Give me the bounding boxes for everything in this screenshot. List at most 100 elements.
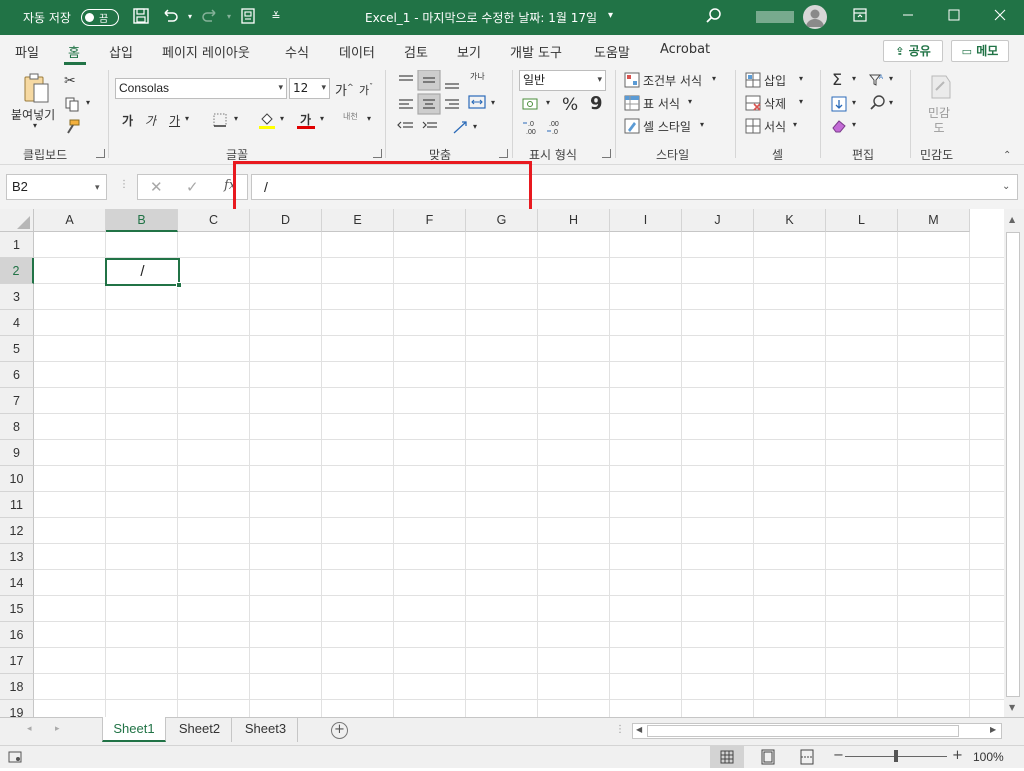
customize-qat-icon[interactable]: ≚ bbox=[266, 7, 286, 27]
conditional-dropdown-icon[interactable]: ▾ bbox=[712, 74, 716, 83]
scroll-up-icon[interactable]: ▲ bbox=[1009, 215, 1015, 224]
tab-insert[interactable]: 삽입 bbox=[109, 42, 133, 61]
sort-filter-icon[interactable]: A bbox=[868, 72, 886, 92]
row-header-11[interactable]: 11 bbox=[0, 492, 34, 518]
column-header-a[interactable]: A bbox=[34, 209, 106, 232]
row-header-18[interactable]: 18 bbox=[0, 674, 34, 700]
select-all-button[interactable] bbox=[0, 209, 34, 232]
page-break-preview-icon[interactable] bbox=[799, 749, 815, 768]
tab-file[interactable]: 파일 bbox=[15, 42, 39, 61]
maximize-button[interactable] bbox=[931, 0, 977, 35]
sheet-tab-sheet1[interactable]: Sheet1 bbox=[102, 717, 166, 742]
font-color-button[interactable]: 가 bbox=[296, 109, 318, 131]
bold-button[interactable]: 가 bbox=[122, 112, 133, 129]
merge-center-icon[interactable] bbox=[468, 95, 486, 113]
tab-formulas[interactable]: 수식 bbox=[285, 42, 309, 61]
decrease-decimal-icon[interactable]: .00.0 bbox=[546, 119, 568, 139]
font-color-dropdown-icon[interactable]: ▾ bbox=[320, 114, 324, 123]
redo-dropdown-icon[interactable]: ▾ bbox=[219, 7, 239, 27]
sensitivity-icon[interactable] bbox=[926, 72, 954, 102]
collapse-ribbon-icon[interactable]: ⌃ bbox=[1003, 150, 1011, 161]
conditional-formatting-button[interactable]: 조건부 서식 bbox=[643, 72, 702, 89]
row-header-14[interactable]: 14 bbox=[0, 570, 34, 596]
sort-filter-dropdown-icon[interactable]: ▾ bbox=[889, 74, 893, 83]
column-header-f[interactable]: F bbox=[394, 209, 466, 232]
merge-dropdown-icon[interactable]: ▾ bbox=[491, 98, 495, 107]
search-icon[interactable] bbox=[704, 7, 724, 27]
tab-splitter-icon[interactable]: ⋮ bbox=[615, 724, 625, 735]
grow-font-button[interactable]: 가^ bbox=[335, 80, 354, 99]
name-box[interactable]: B2 ▾ bbox=[6, 174, 107, 200]
number-format-select[interactable]: 일반 ▾ bbox=[519, 70, 606, 91]
undo-icon[interactable] bbox=[160, 7, 180, 27]
undo-dropdown-icon[interactable]: ▾ bbox=[180, 7, 200, 27]
tab-view[interactable]: 보기 bbox=[457, 42, 481, 61]
font-name-select[interactable]: Consolas ▾ bbox=[115, 78, 287, 99]
autosum-button[interactable]: Σ bbox=[832, 70, 842, 89]
column-header-e[interactable]: E bbox=[322, 209, 394, 232]
tab-page-layout[interactable]: 페이지 레이아웃 bbox=[162, 42, 250, 61]
autosum-dropdown-icon[interactable]: ▾ bbox=[852, 74, 856, 83]
copy-dropdown-icon[interactable]: ▾ bbox=[86, 98, 90, 107]
tab-review[interactable]: 검토 bbox=[404, 42, 428, 61]
scroll-left-icon[interactable]: ◀ bbox=[636, 725, 642, 734]
ribbon-display-icon[interactable] bbox=[850, 7, 870, 27]
save-icon[interactable] bbox=[131, 7, 151, 27]
fill-icon[interactable] bbox=[831, 96, 847, 116]
column-header-j[interactable]: J bbox=[682, 209, 754, 232]
cell-styles-button[interactable]: 셀 스타일 bbox=[643, 118, 691, 135]
cut-icon[interactable]: ✂ bbox=[64, 73, 76, 89]
increase-decimal-icon[interactable]: .0.00 bbox=[522, 119, 544, 139]
horizontal-scrollbar[interactable]: ◀ ▶ bbox=[632, 723, 1002, 739]
enter-entry-icon[interactable]: ✓ bbox=[186, 178, 199, 196]
row-header-6[interactable]: 6 bbox=[0, 362, 34, 388]
format-dropdown-icon[interactable]: ▾ bbox=[793, 120, 797, 129]
percent-button[interactable]: % bbox=[562, 95, 578, 115]
tab-developer[interactable]: 개발 도구 bbox=[510, 42, 562, 61]
row-header-2[interactable]: 2 bbox=[0, 258, 34, 284]
number-launcher-icon[interactable] bbox=[602, 149, 611, 158]
row-header-8[interactable]: 8 bbox=[0, 414, 34, 440]
tab-help[interactable]: 도움말 bbox=[594, 42, 630, 61]
italic-button[interactable]: 가 bbox=[145, 112, 156, 129]
underline-button[interactable]: 가 bbox=[169, 112, 180, 129]
phonetic-button[interactable]: 내천 bbox=[343, 111, 358, 122]
underline-dropdown-icon[interactable]: ▾ bbox=[185, 114, 189, 123]
insert-dropdown-icon[interactable]: ▾ bbox=[799, 74, 803, 83]
orientation-icon[interactable] bbox=[452, 119, 470, 139]
prev-sheet-icon[interactable]: ◂ bbox=[27, 724, 32, 734]
row-header-15[interactable]: 15 bbox=[0, 596, 34, 622]
row-header-4[interactable]: 4 bbox=[0, 310, 34, 336]
row-header-19[interactable]: 19 bbox=[0, 700, 34, 717]
alignment-launcher-icon[interactable] bbox=[499, 149, 508, 158]
autosave-toggle[interactable]: 끔 bbox=[81, 9, 119, 26]
formula-bar-splitter[interactable]: ⋮ bbox=[119, 179, 129, 190]
row-header-5[interactable]: 5 bbox=[0, 336, 34, 362]
accounting-dropdown-icon[interactable]: ▾ bbox=[546, 98, 550, 107]
add-sheet-icon[interactable]: + bbox=[331, 722, 348, 739]
clear-icon[interactable] bbox=[831, 118, 847, 138]
column-header-l[interactable]: L bbox=[826, 209, 898, 232]
fill-color-dropdown-icon[interactable]: ▾ bbox=[280, 114, 284, 123]
font-size-select[interactable]: 12 ▾ bbox=[289, 78, 330, 99]
phonetic-dropdown-icon[interactable]: ▾ bbox=[367, 114, 371, 123]
borders-dropdown-icon[interactable]: ▾ bbox=[234, 114, 238, 123]
row-header-9[interactable]: 9 bbox=[0, 440, 34, 466]
row-header-13[interactable]: 13 bbox=[0, 544, 34, 570]
form-icon[interactable] bbox=[238, 7, 258, 27]
column-header-b[interactable]: B bbox=[106, 209, 178, 232]
orientation-dropdown-icon[interactable]: ▾ bbox=[473, 122, 477, 131]
insert-cells-button[interactable]: 삽입 bbox=[764, 72, 786, 89]
format-painter-icon[interactable] bbox=[64, 119, 80, 139]
minimize-button[interactable] bbox=[885, 0, 931, 35]
fill-color-icon[interactable] bbox=[257, 110, 277, 134]
zoom-level[interactable]: 100% bbox=[973, 750, 1004, 764]
clear-dropdown-icon[interactable]: ▾ bbox=[852, 120, 856, 129]
fill-dropdown-icon[interactable]: ▾ bbox=[852, 98, 856, 107]
accounting-format-icon[interactable] bbox=[522, 96, 542, 116]
paste-dropdown-icon[interactable]: ▾ bbox=[33, 121, 37, 130]
format-as-table-button[interactable]: 표 서식 bbox=[643, 95, 680, 112]
scroll-down-icon[interactable]: ▼ bbox=[1009, 703, 1015, 712]
horizontal-scroll-thumb[interactable] bbox=[647, 725, 959, 737]
sheet-tab-sheet2[interactable]: Sheet2 bbox=[168, 717, 232, 742]
